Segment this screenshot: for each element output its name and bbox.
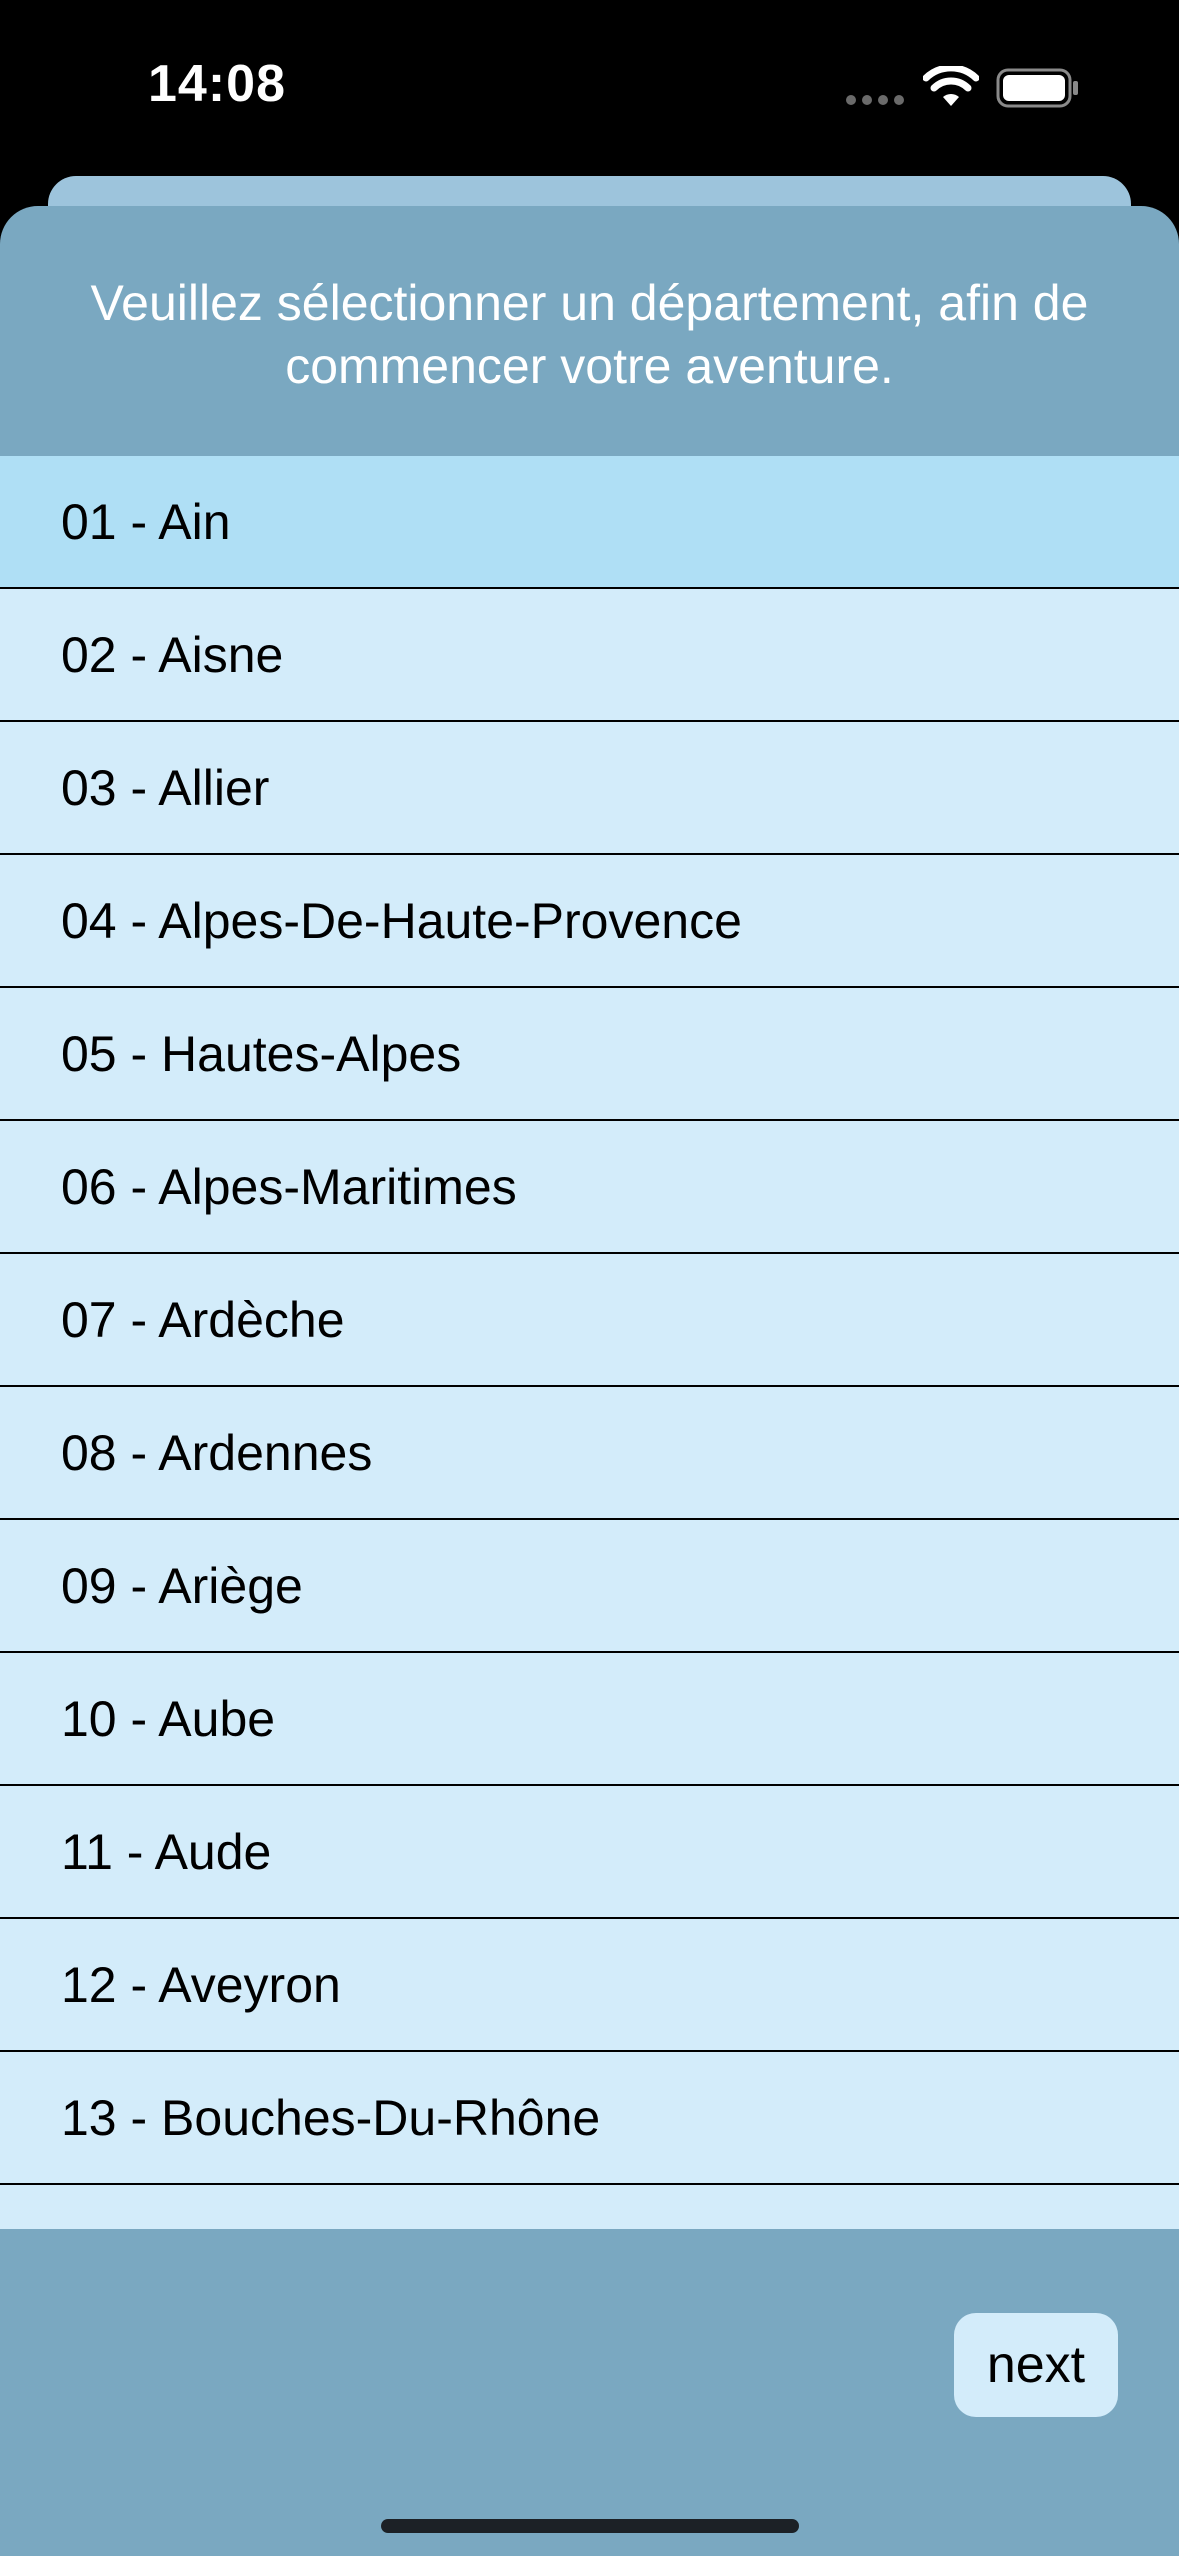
department-label: 08 - Ardennes: [61, 1424, 373, 1481]
department-row[interactable]: 06 - Alpes-Maritimes: [0, 1121, 1179, 1254]
next-button[interactable]: next: [954, 2313, 1118, 2417]
department-row[interactable]: 07 - Ardèche: [0, 1254, 1179, 1387]
department-row[interactable]: 04 - Alpes-De-Haute-Provence: [0, 855, 1179, 988]
department-list[interactable]: 01 - Ain 02 - Aisne 03 - Allier 04 - Alpes-…: [0, 456, 1179, 2229]
department-label: 07 - Ardèche: [61, 1291, 345, 1348]
department-row[interactable]: 13 - Bouches-Du-Rhône: [0, 2052, 1179, 2185]
department-row[interactable]: 02 - Aisne: [0, 589, 1179, 722]
department-row[interactable]: 12 - Aveyron: [0, 1919, 1179, 2052]
department-label: 12 - Aveyron: [61, 1956, 341, 2013]
department-label: 06 - Alpes-Maritimes: [61, 1158, 517, 1215]
department-row[interactable]: 03 - Allier: [0, 722, 1179, 855]
instruction-text: Veuillez sélectionner un département, af…: [90, 275, 1089, 394]
department-label: 03 - Allier: [61, 759, 270, 816]
department-label: 09 - Ariège: [61, 1557, 303, 1614]
department-row[interactable]: 01 - Ain: [0, 456, 1179, 589]
wifi-icon: [923, 66, 979, 106]
department-label: 11 - Aude: [61, 1823, 272, 1880]
department-row[interactable]: 09 - Ariège: [0, 1520, 1179, 1653]
sheet-header: Veuillez sélectionner un département, af…: [0, 206, 1179, 456]
status-time: 14:08: [148, 55, 286, 113]
department-row[interactable]: 11 - Aude: [0, 1786, 1179, 1919]
home-indicator: [381, 2519, 799, 2533]
department-label: 02 - Aisne: [61, 626, 284, 683]
department-label: 10 - Aube: [61, 1690, 276, 1747]
department-sheet: Veuillez sélectionner un département, af…: [0, 206, 1179, 2556]
department-row[interactable]: 08 - Ardennes: [0, 1387, 1179, 1520]
department-row[interactable]: 10 - Aube: [0, 1653, 1179, 1786]
footer: next: [0, 2229, 1179, 2556]
signal-dots-icon: [846, 95, 906, 105]
department-label: 04 - Alpes-De-Haute-Provence: [61, 892, 742, 949]
battery-icon: [996, 68, 1078, 108]
status-bar: 14:08: [0, 0, 1179, 175]
department-row[interactable]: 05 - Hautes-Alpes: [0, 988, 1179, 1121]
department-label: 14 - Calvados: [61, 2222, 370, 2230]
department-row[interactable]: 14 - Calvados: [0, 2185, 1179, 2229]
department-label: 13 - Bouches-Du-Rhône: [61, 2089, 601, 2146]
department-label: 01 - Ain: [61, 493, 231, 550]
department-label: 05 - Hautes-Alpes: [61, 1025, 462, 1082]
